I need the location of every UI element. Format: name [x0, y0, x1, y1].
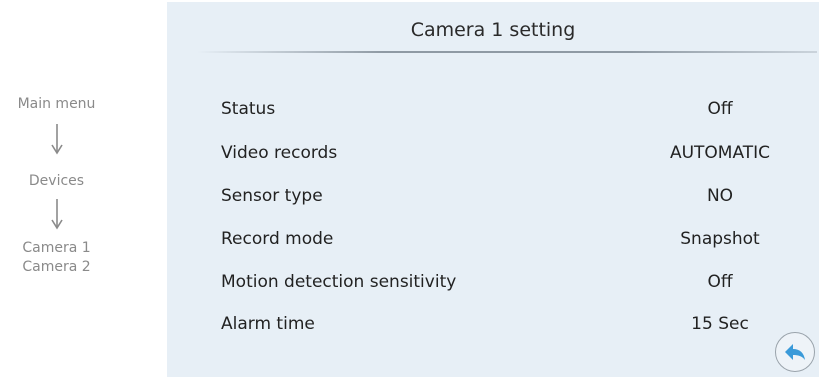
breadcrumb-camera-1[interactable]: Camera 1: [0, 239, 113, 257]
setting-value[interactable]: Snapshot: [591, 229, 819, 249]
breadcrumb-devices[interactable]: Devices: [0, 172, 113, 190]
setting-value[interactable]: NO: [591, 186, 819, 206]
setting-value[interactable]: 15 Sec: [591, 314, 819, 334]
setting-label: Motion detection sensitivity: [221, 272, 457, 292]
setting-value[interactable]: Off: [591, 272, 819, 292]
page-title: Camera 1 setting: [410, 19, 576, 41]
arrow-down-icon: [51, 124, 63, 155]
breadcrumb-nav: Main menu Devices Camera 1 Camera 2: [0, 0, 167, 377]
setting-label: Sensor type: [221, 186, 323, 206]
arrow-down-icon: [51, 199, 63, 230]
setting-label: Record mode: [221, 229, 334, 249]
back-button[interactable]: [775, 332, 815, 372]
setting-row-motion-detection-sensitivity[interactable]: Motion detection sensitivity Off: [221, 272, 819, 296]
back-arrow-icon: [785, 344, 805, 360]
setting-label: Status: [221, 99, 276, 119]
setting-row-status[interactable]: Status Off: [221, 99, 819, 123]
breadcrumb-main-menu[interactable]: Main menu: [0, 95, 113, 113]
setting-label: Alarm time: [221, 314, 315, 334]
setting-label: Video records: [221, 143, 338, 163]
setting-value[interactable]: Off: [591, 99, 819, 119]
setting-row-alarm-time[interactable]: Alarm time 15 Sec: [221, 314, 819, 338]
setting-row-sensor-type[interactable]: Sensor type NO: [221, 186, 819, 210]
setting-row-record-mode[interactable]: Record mode Snapshot: [221, 229, 819, 253]
setting-row-video-records[interactable]: Video records AUTOMATIC: [221, 143, 819, 167]
camera-settings-panel: Camera 1 setting Status Off Video record…: [167, 2, 819, 377]
title-divider: [197, 51, 817, 53]
setting-value[interactable]: AUTOMATIC: [591, 143, 819, 163]
breadcrumb-camera-2[interactable]: Camera 2: [0, 258, 113, 276]
